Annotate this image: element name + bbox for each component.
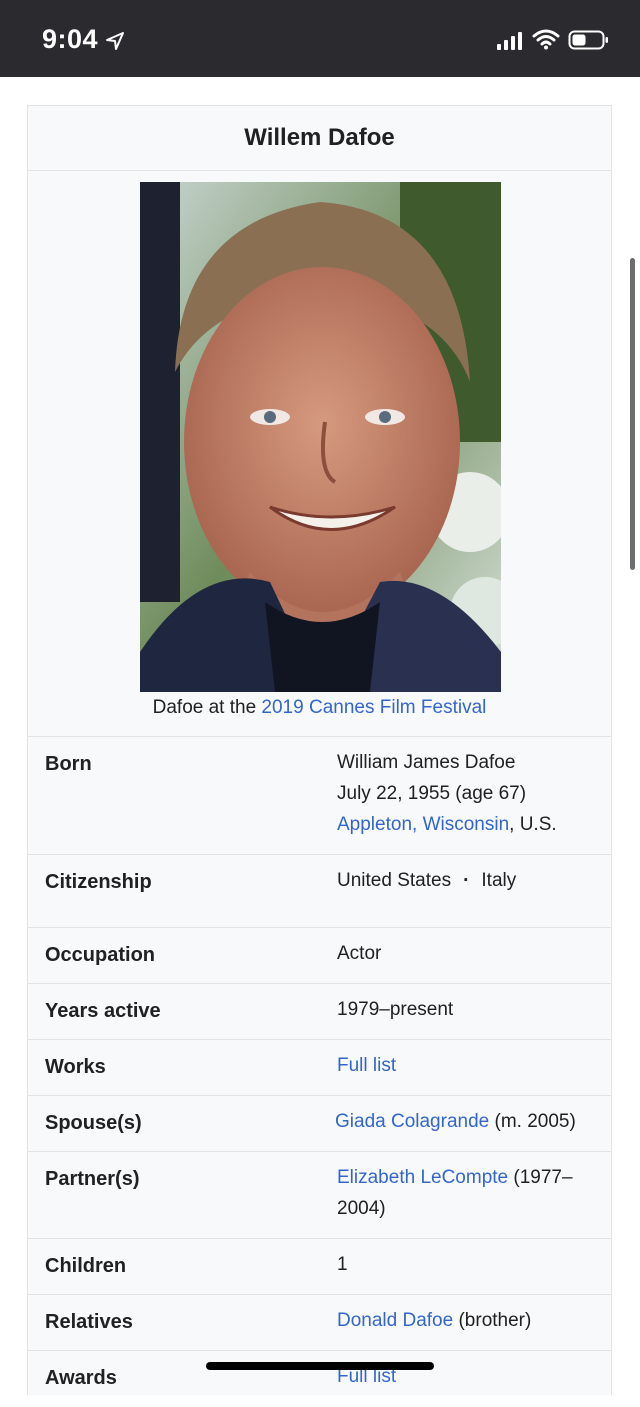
caption-link[interactable]: 2019 Cannes Film Festival [261, 697, 486, 718]
infobox-title: Willem Dafoe [28, 106, 611, 171]
row-works: Works Full list [28, 1040, 611, 1096]
row-citizenship: Citizenship United States · Italy [28, 855, 611, 928]
row-value-occupation: Actor [337, 943, 382, 964]
born-date: July 22, 1955 (age 67) [337, 783, 527, 804]
spouse-suffix: (m. 2005) [489, 1111, 576, 1132]
wifi-icon [532, 29, 560, 50]
row-label-occupation: Occupation [45, 944, 156, 966]
row-value-relatives: Donald Dafoe (brother) [337, 1305, 531, 1336]
partner-suffix: (1977– [508, 1167, 573, 1188]
citizenship-value-2: Italy [481, 870, 517, 891]
row-relatives: Relatives Donald Dafoe (brother) [28, 1295, 611, 1351]
row-label-citizenship: Citizenship [45, 871, 152, 893]
row-value-citizenship: United States · Italy [337, 865, 516, 896]
row-value-partner: Elizabeth LeCompte (1977– 2004) [337, 1162, 573, 1224]
scroll-indicator[interactable] [630, 258, 635, 570]
citizenship-value-1: United States [337, 870, 452, 891]
partner-link[interactable]: Elizabeth LeCompte [337, 1167, 508, 1188]
row-value-children: 1 [337, 1254, 348, 1275]
partner-line-1: Elizabeth LeCompte (1977– [337, 1162, 573, 1193]
status-bar: 9:04 [0, 0, 640, 77]
row-children: Children 1 [28, 1239, 611, 1295]
signal-bars-icon [497, 32, 522, 50]
relatives-link[interactable]: Donald Dafoe [337, 1310, 453, 1331]
row-label-works: Works [45, 1056, 106, 1078]
row-value-years-active: 1979–present [337, 999, 454, 1020]
row-value-spouse: Giada Colagrande (m. 2005) [335, 1106, 576, 1137]
row-spouse: Spouse(s) Giada Colagrande (m. 2005) [28, 1096, 611, 1152]
born-place-suffix: , U.S. [509, 814, 557, 835]
relatives-suffix: (brother) [453, 1310, 532, 1331]
born-place: Appleton, Wisconsin, U.S. [337, 809, 557, 840]
row-label-spouse: Spouse(s) [45, 1112, 142, 1134]
portrait-photo[interactable] [140, 182, 501, 692]
born-place-link[interactable]: Appleton, Wisconsin [337, 814, 509, 835]
location-arrow-icon [106, 32, 124, 50]
row-label-partner: Partner(s) [45, 1168, 140, 1190]
infobox: Willem Dafoe Dafoe at the 2019 Cannes Fi… [27, 105, 612, 1395]
row-label-awards: Awards [45, 1367, 117, 1389]
born-name: William James Dafoe [337, 752, 516, 773]
row-value-works: Full list [337, 1050, 396, 1081]
row-awards: Awards Full list [28, 1351, 611, 1407]
caption-text: Dafoe at the [152, 697, 262, 718]
row-label-relatives: Relatives [45, 1311, 133, 1333]
works-full-list-link[interactable]: Full list [337, 1055, 396, 1076]
battery-icon [568, 30, 608, 50]
spouse-link[interactable]: Giada Colagrande [335, 1111, 489, 1132]
partner-line-2: 2004) [337, 1198, 386, 1219]
status-time: 9:04 [42, 24, 99, 54]
home-indicator[interactable] [206, 1362, 434, 1370]
row-label-children: Children [45, 1255, 127, 1277]
row-born: Born William James Dafoe July 22, 1955 (… [28, 737, 611, 855]
row-value-born: William James Dafoe July 22, 1955 (age 6… [337, 747, 557, 840]
infobox-image-cell: Dafoe at the 2019 Cannes Film Festival [28, 171, 611, 737]
row-label-born: Born [45, 753, 92, 775]
row-years-active: Years active 1979–present [28, 984, 611, 1040]
citizenship-separator: · [463, 870, 470, 891]
row-occupation: Occupation Actor [28, 928, 611, 984]
image-caption: Dafoe at the 2019 Cannes Film Festival [28, 697, 611, 719]
row-label-years-active: Years active [45, 1000, 161, 1022]
row-partner: Partner(s) Elizabeth LeCompte (1977– 200… [28, 1152, 611, 1239]
